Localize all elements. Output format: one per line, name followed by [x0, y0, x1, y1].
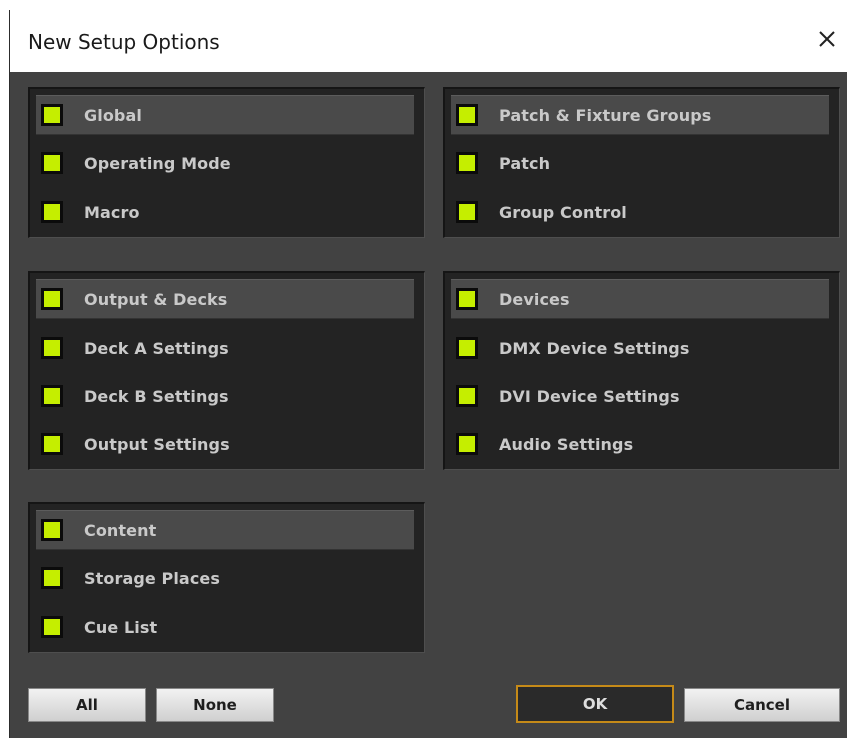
checkbox-checked-icon	[41, 288, 63, 310]
panel-content: Content Storage Places Cue List	[28, 502, 425, 653]
checkbox-checked-icon	[456, 152, 478, 174]
checkbox-checked-icon	[41, 567, 63, 589]
checkbox-label: Group Control	[499, 202, 627, 222]
checkbox-group-control[interactable]: Group Control	[451, 193, 829, 231]
close-icon[interactable]	[812, 24, 842, 54]
checkbox-label: Patch	[499, 153, 551, 173]
checkbox-content[interactable]: Content	[36, 510, 414, 550]
ok-button[interactable]: OK	[516, 685, 674, 723]
checkbox-deck-b-settings[interactable]: Deck B Settings	[36, 377, 414, 415]
checkbox-patch-fixture-groups[interactable]: Patch & Fixture Groups	[451, 95, 829, 135]
checkbox-label: Global	[84, 105, 142, 125]
checkbox-label: Content	[84, 520, 157, 540]
checkbox-global[interactable]: Global	[36, 95, 414, 135]
checkbox-checked-icon	[456, 385, 478, 407]
checkbox-label: Deck B Settings	[84, 386, 229, 406]
checkbox-dvi-device-settings[interactable]: DVI Device Settings	[451, 377, 829, 415]
checkbox-output-settings[interactable]: Output Settings	[36, 425, 414, 463]
panel-output-decks: Output & Decks Deck A Settings Deck B Se…	[28, 271, 425, 470]
checkbox-macro[interactable]: Macro	[36, 193, 414, 231]
checkbox-cue-list[interactable]: Cue List	[36, 608, 414, 646]
checkbox-label: Cue List	[84, 617, 158, 637]
checkbox-checked-icon	[456, 201, 478, 223]
checkbox-label: Output Settings	[84, 434, 230, 454]
checkbox-label: DMX Device Settings	[499, 338, 690, 358]
checkbox-label: Audio Settings	[499, 434, 634, 454]
checkbox-deck-a-settings[interactable]: Deck A Settings	[36, 329, 414, 367]
checkbox-label: Devices	[499, 289, 570, 309]
checkbox-label: Output & Decks	[84, 289, 228, 309]
cancel-button[interactable]: Cancel	[684, 688, 840, 722]
checkbox-checked-icon	[456, 337, 478, 359]
checkbox-checked-icon	[41, 616, 63, 638]
checkbox-checked-icon	[41, 433, 63, 455]
panel-global: Global Operating Mode Macro	[28, 87, 425, 238]
checkbox-audio-settings[interactable]: Audio Settings	[451, 425, 829, 463]
checkbox-checked-icon	[41, 385, 63, 407]
checkbox-checked-icon	[456, 433, 478, 455]
checkbox-checked-icon	[41, 337, 63, 359]
checkbox-label: DVI Device Settings	[499, 386, 680, 406]
checkbox-operating-mode[interactable]: Operating Mode	[36, 144, 414, 182]
checkbox-checked-icon	[41, 152, 63, 174]
checkbox-devices[interactable]: Devices	[451, 279, 829, 319]
checkbox-checked-icon	[456, 104, 478, 126]
checkbox-label: Deck A Settings	[84, 338, 229, 358]
title-bar: New Setup Options	[10, 10, 847, 72]
new-setup-options-dialog: New Setup Options Global Operating Mode …	[9, 10, 847, 738]
checkbox-checked-icon	[41, 519, 63, 541]
panel-patch-fixture-groups: Patch & Fixture Groups Patch Group Contr…	[443, 87, 840, 238]
checkbox-checked-icon	[41, 104, 63, 126]
checkbox-storage-places[interactable]: Storage Places	[36, 559, 414, 597]
dialog-title: New Setup Options	[28, 30, 220, 54]
checkbox-label: Operating Mode	[84, 153, 231, 173]
checkbox-label: Macro	[84, 202, 140, 222]
checkbox-output-decks[interactable]: Output & Decks	[36, 279, 414, 319]
checkbox-checked-icon	[41, 201, 63, 223]
checkbox-patch[interactable]: Patch	[451, 144, 829, 182]
checkbox-label: Storage Places	[84, 568, 220, 588]
checkbox-dmx-device-settings[interactable]: DMX Device Settings	[451, 329, 829, 367]
none-button[interactable]: None	[156, 688, 274, 722]
checkbox-label: Patch & Fixture Groups	[499, 105, 712, 125]
checkbox-checked-icon	[456, 288, 478, 310]
panel-devices: Devices DMX Device Settings DVI Device S…	[443, 271, 840, 470]
all-button[interactable]: All	[28, 688, 146, 722]
